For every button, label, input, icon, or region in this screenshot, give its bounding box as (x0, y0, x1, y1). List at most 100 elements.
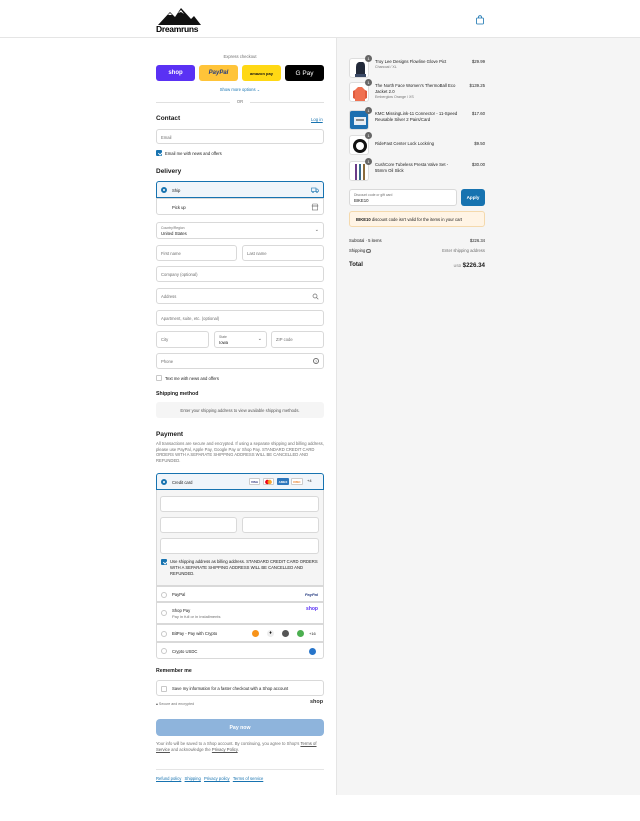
paypal-option[interactable]: PayPal PayPal (156, 586, 324, 602)
zip-field[interactable]: ZIP code (271, 331, 324, 348)
legal-text-part1: Your info will be saved to a Shop accoun… (156, 741, 300, 746)
paypal-radio[interactable] (161, 592, 167, 598)
footer-divider (156, 769, 324, 770)
show-more-label: Show more options (219, 87, 256, 92)
quantity-badge: 1 (365, 79, 372, 86)
apply-discount-button[interactable]: Apply (461, 189, 485, 206)
expiry-field[interactable] (160, 517, 237, 533)
quantity-badge: 1 (365, 158, 372, 165)
shoppay-logo: shop (306, 606, 318, 612)
google-pay-express-button[interactable]: G Pay (285, 65, 324, 81)
mastercard-icon (263, 478, 274, 485)
refund-policy-link[interactable]: Refund policy (156, 776, 181, 781)
login-link[interactable]: Log in (311, 117, 323, 122)
email-news-checkbox[interactable] (156, 150, 162, 156)
address-placeholder: Address (161, 294, 177, 299)
bitpay-label: BitPay - Pay with Crypto (172, 631, 218, 636)
shipping-method-heading: Shipping method (156, 391, 199, 397)
amazon-pay-express-button[interactable]: amazon pay (242, 65, 281, 81)
product-price: $139.25 (469, 83, 485, 88)
usdc-icon (309, 648, 316, 655)
show-more-options-link[interactable]: Show more options ⌄ (156, 87, 324, 92)
quantity-badge: 1 (365, 107, 372, 114)
security-code-field[interactable] (242, 517, 319, 533)
shop-pay-label: shop (168, 70, 183, 76)
discover-icon: DISC (291, 478, 303, 485)
shoppay-option[interactable]: Shop Pay Pay in full or in installments … (156, 602, 324, 624)
country-select[interactable]: Country/Region United States ⌄ (156, 222, 324, 239)
text-offers-label: Text me with news and offers (165, 376, 219, 381)
bitcoin-icon (252, 630, 259, 637)
city-field[interactable]: City (156, 331, 209, 348)
shop-pay-express-button[interactable]: shop (156, 65, 195, 81)
remember-me-checkbox[interactable] (161, 685, 167, 692)
first-name-field[interactable]: First name (156, 245, 237, 261)
email-field[interactable]: Email (156, 129, 324, 144)
crypto-usdc-option[interactable]: Crypto USDC (156, 642, 324, 659)
phone-field[interactable]: Phone ? (156, 353, 324, 369)
cart-item: 1 Troy Lee Designs Flowline Glove Pict Ch… (349, 55, 485, 80)
subtotal-value: $226.34 (469, 238, 485, 243)
discount-code-field[interactable]: Discount code or gift card BIKE10 (349, 189, 457, 206)
subtotal-label: Subtotal · 5 items (349, 238, 382, 243)
text-offers-checkbox[interactable] (156, 375, 162, 381)
last-name-placeholder: Last name (247, 251, 267, 256)
state-label: State (219, 334, 227, 339)
product-name: Troy Lee Designs Flowline Glove Pict Char… (375, 59, 461, 70)
email-news-label: Email me with news and offers (165, 151, 222, 156)
help-icon[interactable]: ? (313, 357, 319, 364)
truck-icon (311, 187, 319, 193)
address-field[interactable]: Address (156, 288, 324, 304)
pay-now-button[interactable]: Pay now (156, 719, 324, 736)
paypal-express-button[interactable]: PayPal (199, 65, 238, 81)
state-select[interactable]: State Iowa ⌄ (214, 331, 267, 348)
shoppay-radio[interactable] (161, 610, 167, 616)
shipping-row: Shipping ? (349, 248, 371, 253)
product-variant: Charcoal / XL (375, 65, 397, 69)
quantity-badge: 1 (365, 55, 372, 62)
city-placeholder: City (161, 337, 169, 342)
total-value: $226.34 (462, 262, 485, 269)
amazon-pay-label: amazon pay (250, 70, 273, 76)
product-variant: Emberglow Orange / XS (375, 95, 414, 99)
more-cards-count: +4 (307, 478, 312, 483)
divider-right (250, 102, 324, 103)
apartment-field[interactable]: Apartment, suite, etc. (optional) (156, 310, 324, 326)
zip-placeholder: ZIP code (276, 337, 293, 342)
shopping-bag-icon[interactable] (475, 15, 485, 25)
discount-error-code: BIKE10 (356, 217, 371, 222)
shoppay-sublabel: Pay in full or in installments (172, 614, 221, 619)
company-field[interactable]: Company (optional) (156, 266, 324, 282)
product-price: $29.99 (471, 59, 485, 64)
product-title: RideFast Center Lock Lockring (375, 141, 434, 146)
last-name-field[interactable]: Last name (242, 245, 324, 261)
discount-error-text: discount code isn't valid for the items … (371, 217, 463, 222)
crypto-radio[interactable] (161, 648, 167, 654)
remember-me-box[interactable]: Save my information for a faster checkou… (156, 680, 324, 696)
total-label: Total (349, 262, 363, 268)
pickup-option[interactable]: Pick up (156, 198, 324, 215)
ship-radio[interactable] (161, 187, 167, 193)
product-price: $9.50 (474, 141, 485, 146)
product-title: CushCore Tubeless Presta Valve Set - 55m… (375, 162, 449, 173)
product-title: The North Face Women's ThermoBall Eco Ja… (375, 83, 456, 94)
currency-code: USD (453, 264, 462, 268)
shipping-link[interactable]: Shipping (185, 776, 201, 781)
terms-of-service-link[interactable]: Terms of service (233, 776, 263, 781)
privacy-link[interactable]: Privacy Policy (212, 747, 238, 752)
discount-error-banner: BIKE10 discount code isn't valid for the… (349, 211, 485, 227)
privacy-policy-link[interactable]: Privacy policy (204, 776, 230, 781)
card-number-field[interactable] (160, 496, 319, 512)
credit-card-radio[interactable] (161, 479, 167, 485)
bitpay-more-count: +16 (309, 631, 316, 636)
bitpay-radio[interactable] (161, 631, 167, 637)
billing-same-checkbox[interactable] (161, 559, 167, 565)
ship-option[interactable]: Ship (156, 181, 324, 198)
info-icon[interactable]: ? (366, 248, 371, 253)
brand-logo[interactable]: Dreamruns (156, 6, 202, 34)
product-price: $17.60 (471, 111, 485, 116)
product-title: KMC MissingLink-11 Connector - 11-Speed … (375, 111, 458, 122)
bitpay-option[interactable]: BitPay - Pay with Crypto ♦ +16 (156, 624, 324, 642)
name-on-card-field[interactable] (160, 538, 319, 554)
apartment-placeholder: Apartment, suite, etc. (optional) (161, 316, 220, 321)
